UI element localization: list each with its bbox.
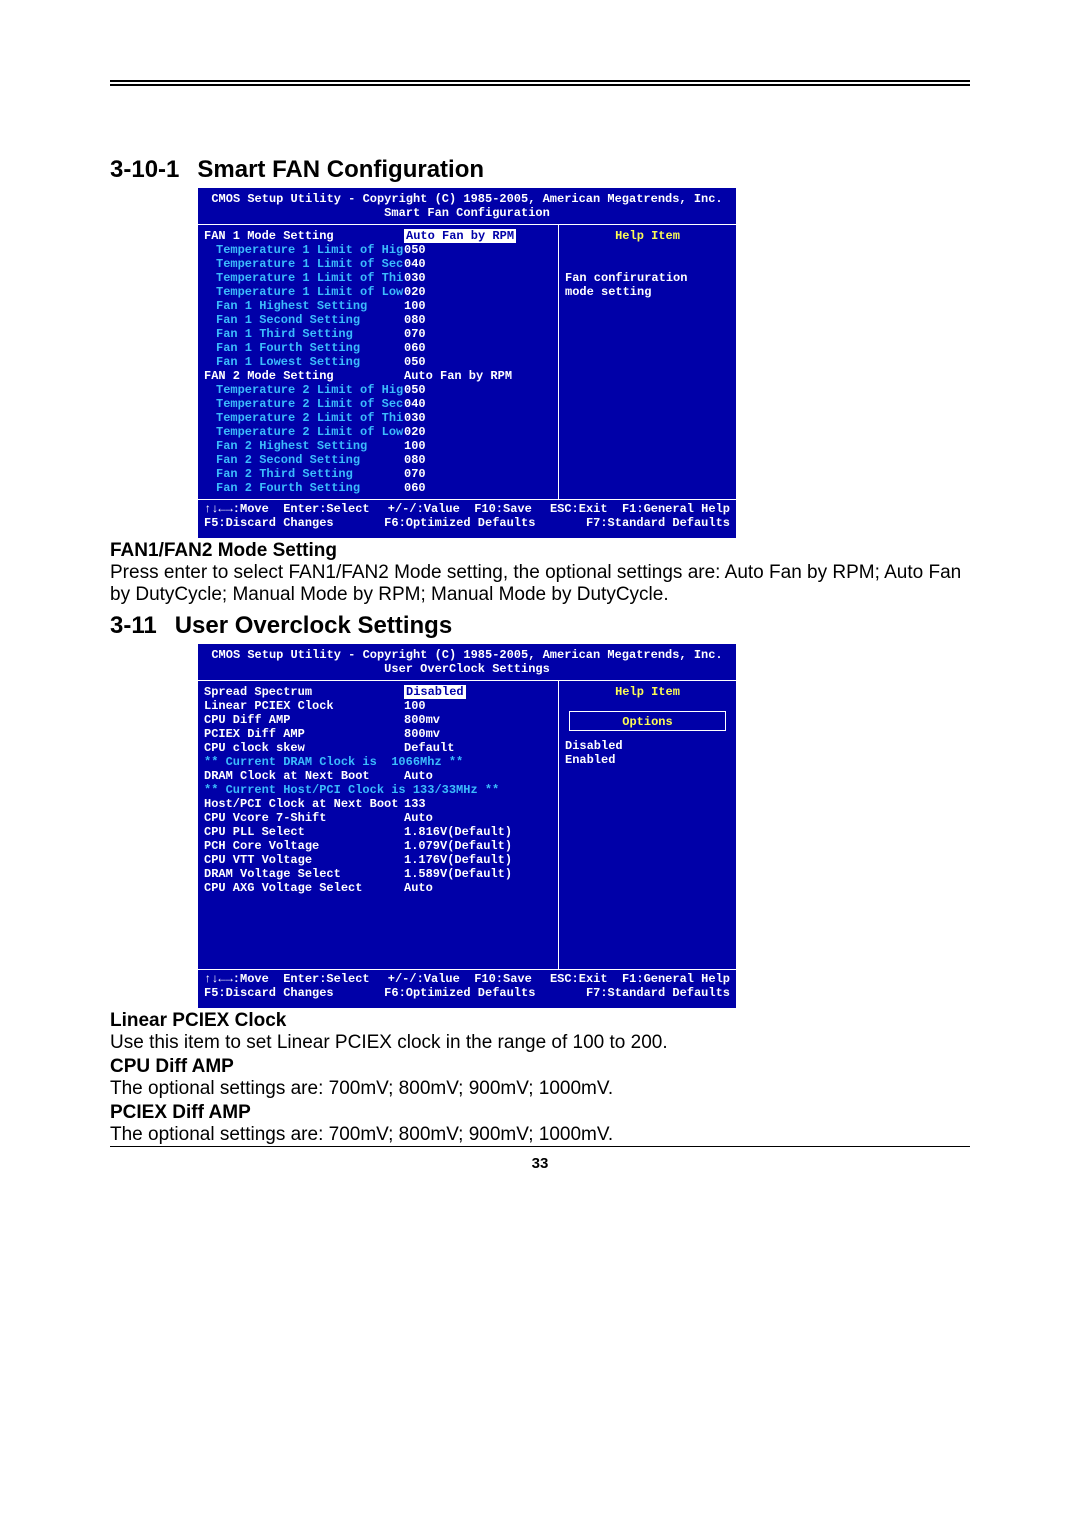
subheading: PCIEX Diff AMP (110, 1102, 970, 1124)
bios-screenshot-1: CMOS Setup Utility - Copyright (C) 1985-… (198, 188, 736, 538)
bios-footer-1: ↑↓←→:Move Enter:Select +/-/:Value F10:Sav… (198, 500, 736, 534)
help-title-1: Help Item (565, 229, 730, 243)
section-title-2: User Overclock Settings (175, 612, 452, 639)
bios-setting-row: Fan 2 Second Setting080 (204, 453, 552, 467)
bios-setting-row: Temperature 2 Limit of Thi030 (204, 411, 552, 425)
body-text: Use this item to set Linear PCIEX clock … (110, 1032, 970, 1054)
help-line: Enabled (565, 753, 730, 767)
bios-setting-row: Temperature 2 Limit of Hig050 (204, 383, 552, 397)
bios-setting-row: Fan 2 Third Setting070 (204, 467, 552, 481)
bios-setting-row: CPU Vcore 7-ShiftAuto (204, 811, 552, 825)
bios-setting-row: Fan 1 Highest Setting100 (204, 299, 552, 313)
bios-setting-row: Temperature 2 Limit of Sec040 (204, 397, 552, 411)
bios-setting-row: Fan 2 Highest Setting100 (204, 439, 552, 453)
bios-setting-row: Fan 2 Fourth Setting060 (204, 481, 552, 495)
bios-setting-row: Temperature 1 Limit of Low020 (204, 285, 552, 299)
bios-setting-row: Host/PCI Clock at Next Boot133 (204, 797, 552, 811)
options-label: Options (569, 714, 726, 731)
bios-setting-row: PCIEX Diff AMP800mv (204, 727, 552, 741)
help-line: Fan confiruration (565, 271, 730, 285)
bios-setting-row: Temperature 1 Limit of Thi030 (204, 271, 552, 285)
bios-setting-row: Fan 1 Fourth Setting060 (204, 341, 552, 355)
footer-key: F5:Discard Changes (204, 986, 334, 1000)
bios-setting-row: DRAM Voltage Select1.589V(Default) (204, 867, 552, 881)
bios-subtitle-1: Smart Fan Configuration (198, 206, 736, 220)
bios-setting-row: CPU VTT Voltage1.176V(Default) (204, 853, 552, 867)
bios-settings-list-2: Spread SpectrumDisabledLinear PCIEX Cloc… (198, 681, 559, 969)
section-heading-2: 3-11 User Overclock Settings (110, 612, 970, 640)
bios-setting-row: Temperature 1 Limit of Hig050 (204, 243, 552, 257)
bios-settings-list-1: FAN 1 Mode SettingAuto Fan by RPMTempera… (198, 225, 559, 499)
bios-copyright-2: CMOS Setup Utility - Copyright (C) 1985-… (198, 648, 736, 662)
bios-setting-row: Fan 1 Third Setting070 (204, 327, 552, 341)
subheading: CPU Diff AMP (110, 1056, 970, 1078)
footer-key: +/-/:Value F10:Save (388, 972, 532, 986)
bios-setting-row: Fan 1 Lowest Setting050 (204, 355, 552, 369)
bios-help-panel-2: Help Item Options DisabledEnabled (559, 681, 736, 969)
bios-setting-row: Spread SpectrumDisabled (204, 685, 552, 699)
bios-setting-row: ** Current Host/PCI Clock is 133/33MHz *… (204, 783, 552, 797)
footer-key: F7:Standard Defaults (586, 516, 730, 530)
footer-key: ↑↓←→:Move Enter:Select (204, 502, 370, 516)
bios-setting-row: CPU Diff AMP800mv (204, 713, 552, 727)
bios-setting-row: ** Current DRAM Clock is 1066Mhz ** (204, 755, 552, 769)
help-lines-1: Fan confirurationmode setting (565, 271, 730, 299)
subheading: Linear PCIEX Clock (110, 1010, 970, 1032)
bios-setting-row: CPU PLL Select1.816V(Default) (204, 825, 552, 839)
footer-key: F6:Optimized Defaults (384, 986, 535, 1000)
subheading-fan-mode: FAN1/FAN2 Mode Setting (110, 540, 970, 562)
section-number-2: 3-11 (110, 612, 157, 639)
footer-key: +/-/:Value F10:Save (388, 502, 532, 516)
bios-setting-row: FAN 1 Mode SettingAuto Fan by RPM (204, 229, 552, 243)
bios-setting-row: DRAM Clock at Next BootAuto (204, 769, 552, 783)
page-number: 33 (110, 1155, 970, 1172)
footer-key: ESC:Exit F1:General Help (550, 502, 730, 516)
bios-subtitle-2: User OverClock Settings (198, 662, 736, 676)
bios-setting-row: CPU clock skewDefault (204, 741, 552, 755)
bios-setting-row: FAN 2 Mode SettingAuto Fan by RPM (204, 369, 552, 383)
help-lines-2: DisabledEnabled (565, 739, 730, 767)
footer-key: F6:Optimized Defaults (384, 516, 535, 530)
section-title-1: Smart FAN Configuration (197, 156, 484, 183)
page-bottom-rule (110, 1146, 970, 1147)
bios-screenshot-2: CMOS Setup Utility - Copyright (C) 1985-… (198, 644, 736, 1008)
page-top-rule (110, 80, 970, 86)
bios-help-panel-1: Help Item Fan confirurationmode setting (559, 225, 736, 499)
help-line: mode setting (565, 285, 730, 299)
footer-key: ↑↓←→:Move Enter:Select (204, 972, 370, 986)
section-heading-1: 3-10-1 Smart FAN Configuration (110, 156, 970, 184)
bios-setting-row: PCH Core Voltage1.079V(Default) (204, 839, 552, 853)
section-number-1: 3-10-1 (110, 156, 179, 183)
bios-setting-row: Linear PCIEX Clock100 (204, 699, 552, 713)
bios-setting-row: CPU AXG Voltage SelectAuto (204, 881, 552, 895)
help-title-2: Help Item (565, 685, 730, 699)
footer-key: ESC:Exit F1:General Help (550, 972, 730, 986)
footer-key: F7:Standard Defaults (586, 986, 730, 1000)
body-text: The optional settings are: 700mV; 800mV;… (110, 1124, 970, 1146)
body-fan-mode: Press enter to select FAN1/FAN2 Mode set… (110, 562, 970, 606)
bios-copyright-1: CMOS Setup Utility - Copyright (C) 1985-… (198, 192, 736, 206)
footer-key: F5:Discard Changes (204, 516, 334, 530)
bios-setting-row: Fan 1 Second Setting080 (204, 313, 552, 327)
bios-setting-row: Temperature 2 Limit of Low020 (204, 425, 552, 439)
help-line: Disabled (565, 739, 730, 753)
bios-setting-row: Temperature 1 Limit of Sec040 (204, 257, 552, 271)
bios-footer-2: ↑↓←→:Move Enter:Select +/-/:Value F10:Sav… (198, 970, 736, 1004)
body-text: The optional settings are: 700mV; 800mV;… (110, 1078, 970, 1100)
